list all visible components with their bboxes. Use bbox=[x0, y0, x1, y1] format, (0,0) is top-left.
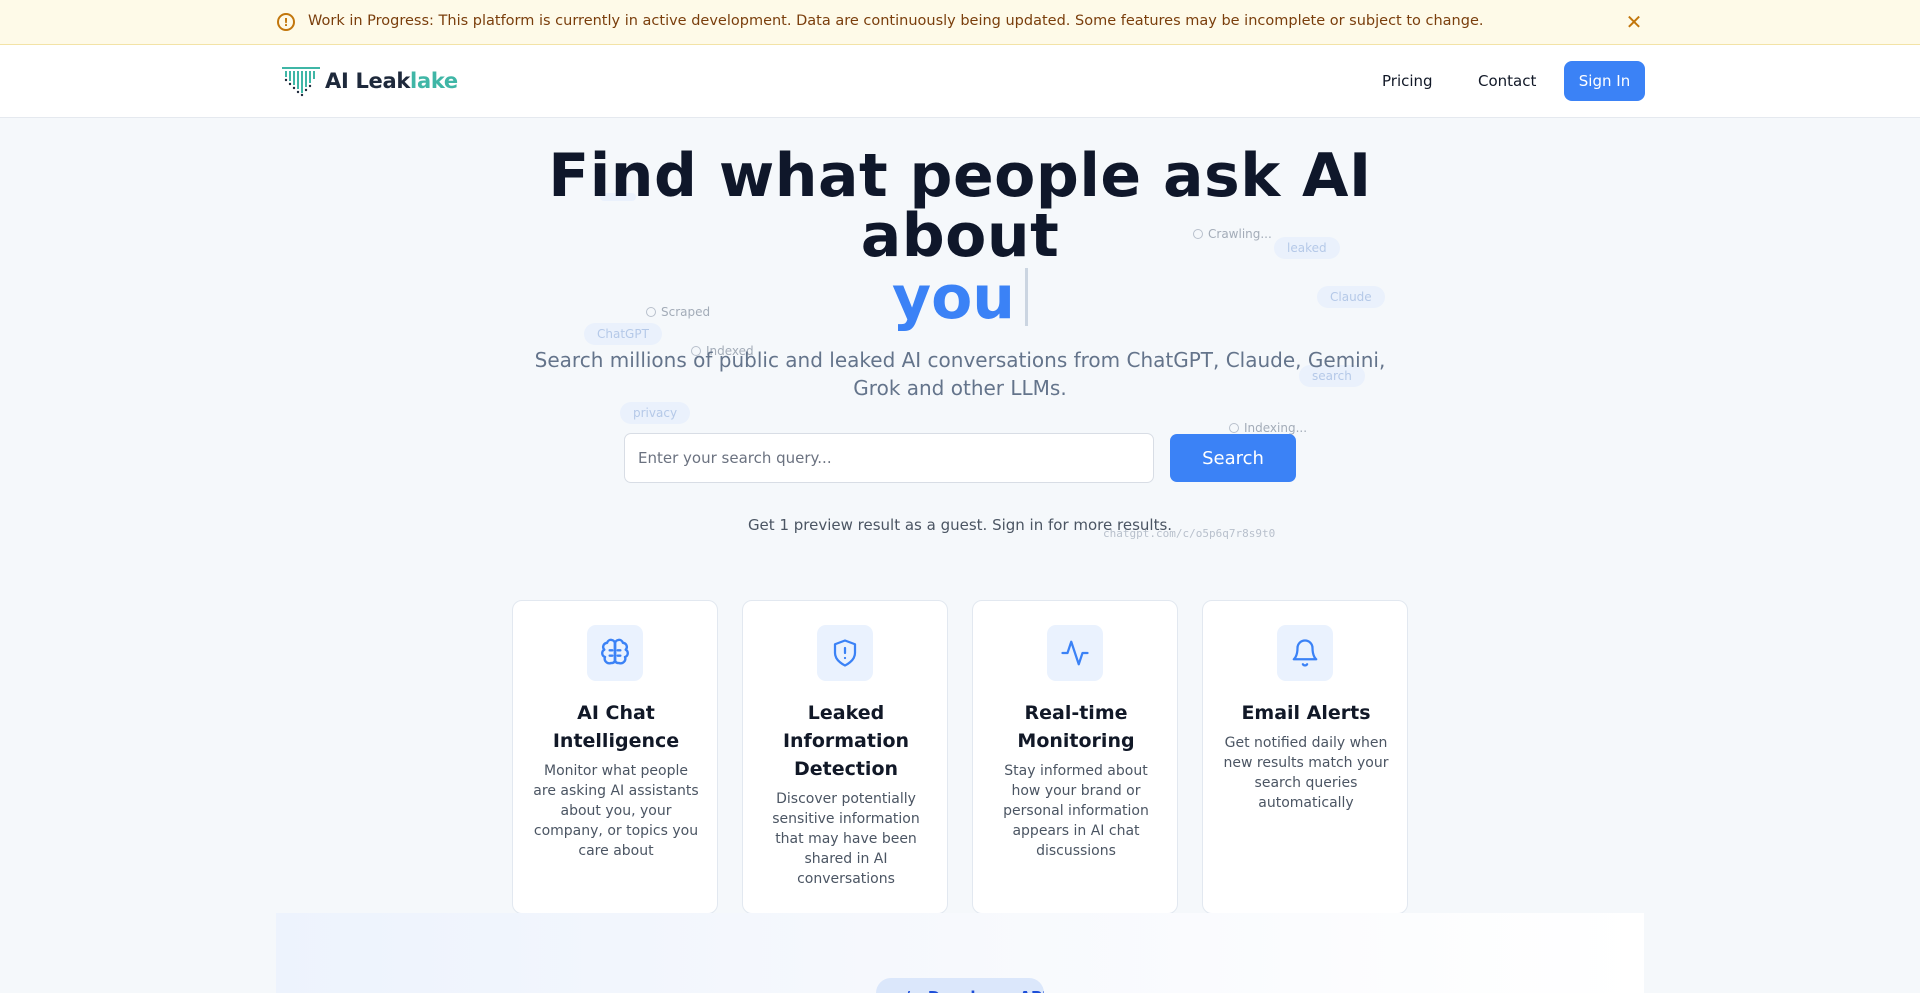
feature-card: Email Alerts Get notified daily when new… bbox=[1202, 600, 1408, 914]
developer-api-badge[interactable]: </> Developer API bbox=[876, 978, 1044, 993]
feature-card: AI Chat Intelligence Monitor what people… bbox=[512, 600, 718, 914]
floating-status: Indexing... bbox=[1229, 421, 1307, 435]
brain-icon bbox=[587, 625, 643, 681]
loader-icon bbox=[1229, 423, 1239, 433]
activity-icon bbox=[1047, 625, 1103, 681]
feature-title: Real-time Monitoring bbox=[1017, 702, 1135, 752]
search-button[interactable]: Search bbox=[1170, 434, 1296, 482]
banner-text: Work in Progress: This platform is curre… bbox=[308, 13, 1484, 29]
logo-text: AI Leaklake bbox=[325, 69, 458, 93]
feature-title: Leaked Information Detection bbox=[782, 702, 910, 780]
feature-description: Discover potentially sensitive informati… bbox=[772, 791, 920, 887]
guest-note: Get 1 preview result as a guest. Sign in… bbox=[747, 516, 1173, 534]
hero-title: Find what people ask AI about bbox=[548, 141, 1372, 271]
feature-card: Leaked Information Detection Discover po… bbox=[742, 600, 948, 914]
logo-mark-icon bbox=[282, 67, 320, 97]
bell-icon bbox=[1277, 625, 1333, 681]
top-nav: AI Leaklake Pricing Contact Sign In bbox=[0, 45, 1920, 118]
wip-banner: ! Work in Progress: This platform is cur… bbox=[0, 0, 1920, 45]
shield-alert-icon bbox=[817, 625, 873, 681]
feature-title: Email Alerts bbox=[1241, 702, 1371, 724]
hero-subtitle: Search millions of public and leaked AI … bbox=[534, 348, 1386, 400]
sign-in-button[interactable]: Sign In bbox=[1564, 61, 1645, 101]
close-icon[interactable]: ✕ bbox=[1623, 11, 1645, 33]
hero-highlight: you bbox=[460, 268, 1460, 328]
feature-title: AI Chat Intelligence bbox=[552, 702, 680, 752]
feature-description: Stay informed about how your brand or pe… bbox=[1003, 763, 1149, 859]
nav-link-contact[interactable]: Contact bbox=[1478, 72, 1536, 90]
search-input[interactable] bbox=[624, 433, 1154, 483]
logo[interactable]: AI Leaklake bbox=[280, 65, 458, 97]
floating-chip: privacy bbox=[620, 402, 691, 424]
alert-circle-icon: ! bbox=[277, 13, 295, 31]
feature-description: Monitor what people are asking AI assist… bbox=[533, 763, 699, 859]
feature-description: Get notified daily when new results matc… bbox=[1223, 735, 1389, 811]
nav-link-pricing[interactable]: Pricing bbox=[1382, 72, 1433, 90]
typing-cursor bbox=[1025, 268, 1029, 326]
feature-card: Real-time Monitoring Stay informed about… bbox=[972, 600, 1178, 914]
